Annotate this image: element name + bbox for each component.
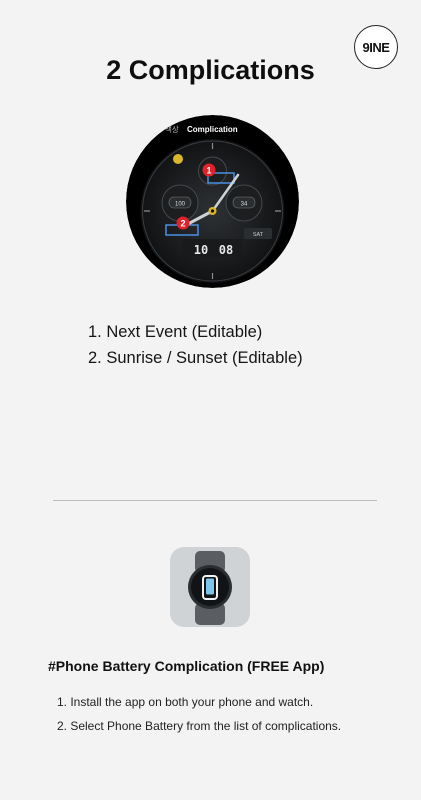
watch-face-preview: 색상 Complication 100 34 SAT 10 08 1 2 bbox=[126, 115, 299, 288]
right-dial-value: 34 bbox=[241, 202, 248, 208]
brand-logo-text: 9INE bbox=[362, 39, 390, 55]
time-minutes: 08 bbox=[219, 243, 233, 257]
complication-item: 2. Sunrise / Sunset (Editable) bbox=[88, 349, 303, 367]
complication-list: 1. Next Event (Editable) 2. Sunrise / Su… bbox=[88, 319, 303, 371]
time-hours: 10 bbox=[194, 243, 208, 257]
marker-1-number: 1 bbox=[206, 166, 211, 176]
install-step: 1. Install the app on both your phone an… bbox=[57, 695, 314, 709]
date-text: SAT bbox=[253, 232, 264, 238]
watch-header-title: Complication bbox=[187, 125, 238, 134]
phone-battery-app-icon bbox=[170, 547, 250, 627]
left-dial-value: 100 bbox=[175, 202, 186, 208]
watch-header-left: 색상 bbox=[165, 124, 179, 134]
complication-item: 1. Next Event (Editable) bbox=[88, 323, 263, 341]
page-title: 2 Complications bbox=[106, 55, 315, 85]
install-steps: 1. Install the app on both your phone an… bbox=[57, 690, 341, 738]
section-divider bbox=[53, 500, 377, 501]
top-accent-dot bbox=[173, 154, 183, 164]
app-section-heading: #Phone Battery Complication (FREE App) bbox=[48, 658, 325, 674]
marker-2-number: 2 bbox=[180, 219, 185, 229]
install-step: 2. Select Phone Battery from the list of… bbox=[57, 719, 342, 733]
